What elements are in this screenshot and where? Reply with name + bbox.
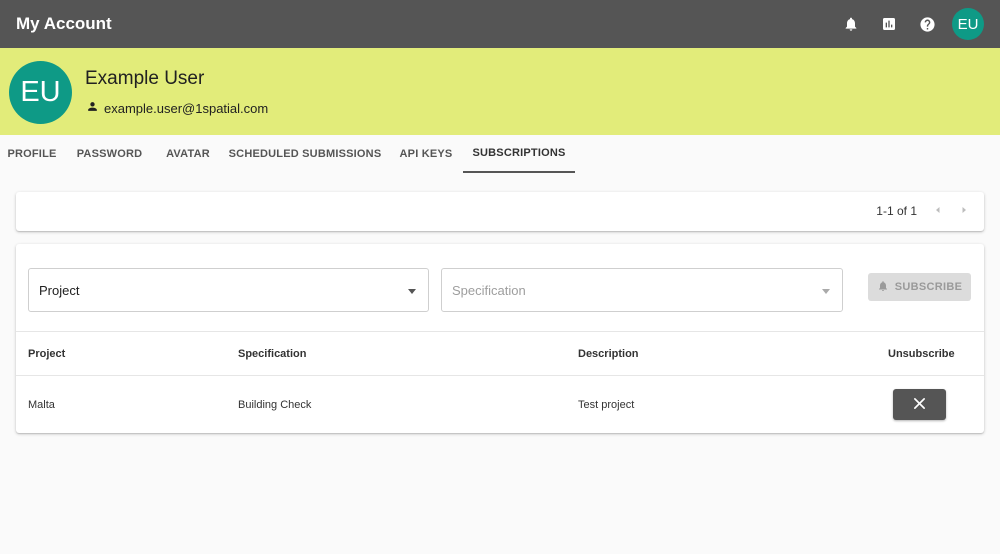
chevron-left-icon	[933, 202, 943, 220]
column-header-specification[interactable]: Specification	[238, 348, 306, 360]
tab-scheduled-submissions[interactable]: SCHEDULED SUBMISSIONS	[221, 135, 389, 173]
column-header-description[interactable]: Description	[578, 348, 639, 360]
tab-api-keys[interactable]: API KEYS	[389, 135, 463, 173]
account-tabs: PROFILE PASSWORD AVATAR SCHEDULED SUBMIS…	[0, 135, 1000, 173]
profile-avatar: EU	[9, 61, 72, 124]
next-page-button[interactable]	[954, 201, 974, 221]
bell-icon	[877, 280, 895, 295]
previous-page-button[interactable]	[928, 201, 948, 221]
subscribe-button[interactable]: SUBSCRIBE	[868, 273, 971, 301]
chevron-right-icon	[959, 202, 969, 220]
bell-icon[interactable]	[832, 0, 870, 48]
profile-banner: EU Example User example.user@1spatial.co…	[0, 48, 1000, 135]
table-row: Malta Building Check Test project	[16, 376, 984, 433]
account-avatar[interactable]: EU	[952, 8, 984, 40]
project-select-label: Project	[39, 282, 80, 298]
tab-password[interactable]: PASSWORD	[64, 135, 155, 173]
cell-specification: Building Check	[238, 398, 312, 411]
project-select[interactable]: Project	[28, 268, 429, 312]
dropdown-arrow-icon	[822, 289, 830, 294]
tab-profile[interactable]: PROFILE	[0, 135, 64, 173]
subscribe-label: SUBSCRIBE	[894, 281, 963, 293]
pager-range: 1-1 of 1	[876, 204, 917, 218]
tab-subscriptions[interactable]: SUBSCRIPTIONS	[463, 135, 575, 173]
help-icon[interactable]	[908, 0, 946, 48]
specification-select-label: Specification	[452, 282, 526, 298]
person-icon	[86, 100, 104, 116]
dropdown-arrow-icon	[408, 289, 416, 294]
column-header-project[interactable]: Project	[28, 348, 65, 360]
column-header-unsubscribe: Unsubscribe	[888, 347, 955, 360]
unsubscribe-button[interactable]	[893, 389, 946, 420]
close-icon	[913, 397, 926, 413]
tab-avatar[interactable]: AVATAR	[155, 135, 221, 173]
app-bar: My Account EU	[0, 0, 1000, 48]
profile-email-row: example.user@1spatial.com	[86, 100, 268, 116]
app-title: My Account	[16, 14, 112, 33]
profile-name: Example User	[85, 68, 205, 89]
profile-email: example.user@1spatial.com	[104, 100, 269, 116]
specification-select[interactable]: Specification	[441, 268, 843, 312]
pager-card: 1-1 of 1	[16, 192, 984, 231]
cell-project: Malta	[28, 398, 55, 411]
table-header: Project Specification Description Unsubs…	[16, 331, 984, 376]
cell-description: Test project	[578, 398, 635, 411]
subscriptions-card: Project Specification SUBSCRIBE Project …	[16, 244, 984, 433]
chart-icon[interactable]	[870, 0, 908, 48]
